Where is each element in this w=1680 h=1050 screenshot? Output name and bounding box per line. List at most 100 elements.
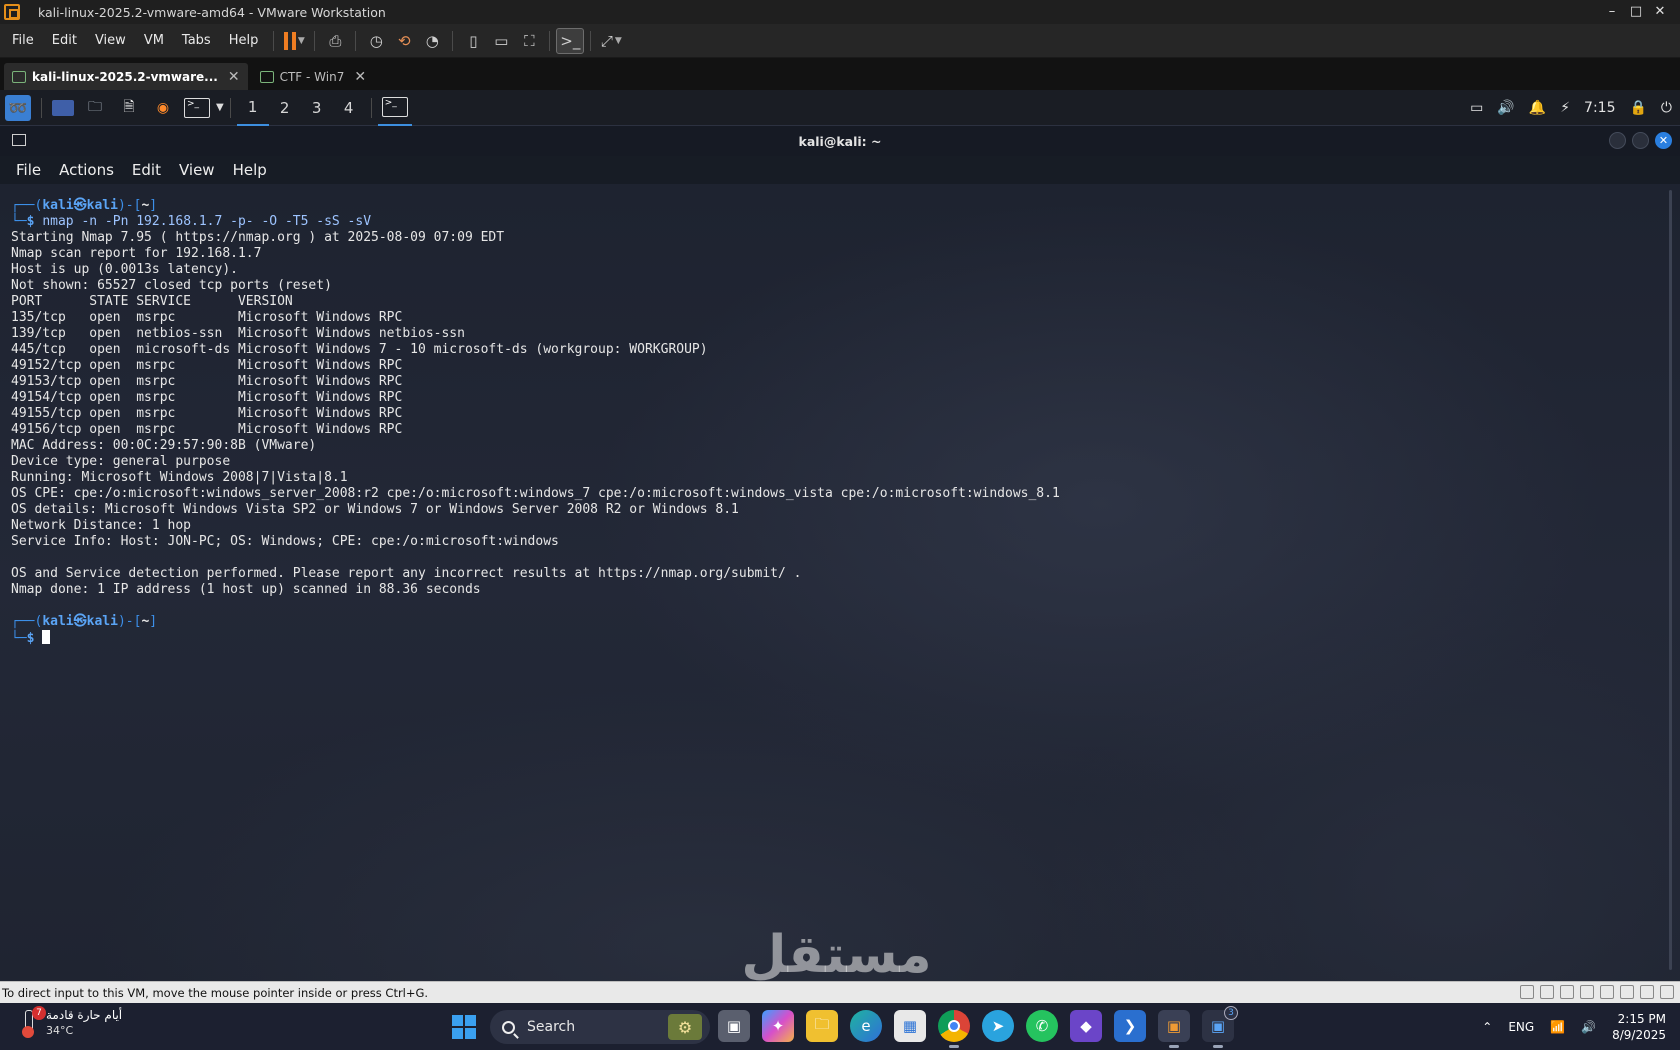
output-line: PORT STATE SERVICE VERSION <box>11 294 293 309</box>
terminal-menu-edit[interactable]: Edit <box>123 161 170 179</box>
file-explorer-icon[interactable]: 🗀 <box>806 1010 838 1042</box>
menu-vm[interactable]: VM <box>135 33 173 48</box>
menu-view[interactable]: View <box>86 33 135 48</box>
menu-help[interactable]: Help <box>220 33 268 48</box>
close-button[interactable]: ✕ <box>1648 0 1672 24</box>
output-line: OS CPE: cpe:/o:microsoft:windows_server_… <box>11 486 1060 501</box>
terminal-taskbar-icon[interactable]: ▣ 3 <box>1202 1006 1238 1048</box>
language-indicator[interactable]: ENG <box>1508 1020 1534 1034</box>
library-view-icon[interactable]: ▯ <box>459 28 487 54</box>
power-manager-icon[interactable]: ⚡ <box>1560 100 1570 116</box>
taskbar-terminal-window[interactable]: >_ <box>377 90 412 126</box>
terminal-icon: >_ <box>381 96 408 117</box>
logout-icon[interactable]: ⏻ <box>1661 100 1672 116</box>
input-line[interactable]: └─$ <box>11 630 51 646</box>
menu-tabs[interactable]: Tabs <box>173 33 220 48</box>
vmware-menu-bar: File Edit View VM Tabs Help ▼ ⎙ ◷ ⟲ ◔ ▯ … <box>0 24 1680 58</box>
terminal-menu-view[interactable]: View <box>170 161 224 179</box>
terminal-menu-actions[interactable]: Actions <box>50 161 123 179</box>
display-device-icon[interactable] <box>1640 985 1654 999</box>
fullscreen-icon[interactable]: ⛶ <box>515 28 543 54</box>
weather-temp: 34°C <box>46 1024 74 1037</box>
tab-label: CTF - Win7 <box>279 69 345 84</box>
output-line: 49152/tcp open msrpc Microsoft Windows R… <box>11 358 403 373</box>
close-tab-icon[interactable]: ✕ <box>228 69 240 85</box>
whatsapp-icon[interactable]: ✆ <box>1026 1010 1058 1042</box>
windows-taskbar: 7 أيام حارة قادمة 34°C Search ⚙ ▣ ✦ 🗀 e … <box>0 1003 1680 1050</box>
usb-device-icon[interactable] <box>1600 985 1614 999</box>
output-line: OS and Service detection performed. Plea… <box>11 566 802 581</box>
telegram-icon[interactable]: ➤ <box>982 1010 1014 1042</box>
panel-clock[interactable]: 7:15 <box>1584 100 1615 116</box>
tab-ctf-win7[interactable]: CTF - Win7 ✕ <box>252 63 374 90</box>
terminal-close-button[interactable]: ✕ <box>1655 132 1672 149</box>
maximize-button[interactable]: □ <box>1624 0 1648 24</box>
suspend-button[interactable]: ▼ <box>280 28 308 54</box>
message-icon[interactable] <box>1660 985 1674 999</box>
workspace-3[interactable]: 3 <box>301 90 333 126</box>
workspace-2[interactable]: 2 <box>269 90 301 126</box>
edge-icon[interactable]: e <box>850 1010 882 1042</box>
volume-icon[interactable]: 🔊 <box>1497 100 1514 116</box>
terminal-text: ┌──(kali㉿kali)-[~] └─$ nmap -n -Pn 192.1… <box>11 198 1060 647</box>
hdd-icon[interactable] <box>1520 985 1534 999</box>
weather-widget[interactable]: 7 أيام حارة قادمة 34°C <box>18 1006 122 1038</box>
nmap-output: Starting Nmap 7.95 ( https://nmap.org ) … <box>11 230 1060 597</box>
firefox-icon[interactable]: ◉ <box>150 96 176 120</box>
obsidian-icon[interactable]: ◆ <box>1070 1010 1102 1042</box>
menu-file[interactable]: File <box>0 33 43 48</box>
revert-snapshot-icon[interactable]: ⟲ <box>390 28 418 54</box>
usb-device-icon[interactable] <box>1620 985 1634 999</box>
start-button[interactable] <box>452 1015 476 1039</box>
chevron-down-icon[interactable]: ▼ <box>216 102 224 113</box>
text-editor-icon[interactable]: 🗎 <box>116 96 142 120</box>
thumbnail-bar-icon[interactable]: ▭ <box>487 28 515 54</box>
terminal-maximize-button[interactable] <box>1632 132 1649 149</box>
close-tab-icon[interactable]: ✕ <box>354 69 366 85</box>
show-desktop-icon[interactable] <box>52 99 74 116</box>
vm-icon <box>12 70 26 83</box>
show-hidden-icons-chevron-up-icon[interactable]: ⌃ <box>1482 1020 1492 1034</box>
copilot-icon[interactable]: ✦ <box>762 1010 794 1042</box>
microsoft-store-icon[interactable]: ▦ <box>894 1010 926 1042</box>
tab-kali-linux[interactable]: kali-linux-2025.2-vmware... ✕ <box>4 63 248 90</box>
task-view-icon[interactable]: ▣ <box>718 1010 750 1042</box>
chrome-icon[interactable] <box>938 1010 970 1048</box>
vmware-taskbar-icon[interactable]: ▣ <box>1158 1010 1190 1048</box>
search-icon <box>502 1020 515 1034</box>
terminal-output-area[interactable]: ┌──(kali㉿kali)-[~] └─$ nmap -n -Pn 192.1… <box>0 184 1680 981</box>
taskbar-search[interactable]: Search ⚙ <box>490 1010 710 1044</box>
output-line: OS details: Microsoft Windows Vista SP2 … <box>11 502 739 517</box>
terminal-launcher-icon[interactable]: >_ <box>184 96 210 120</box>
output-line: 139/tcp open netbios-ssn Microsoft Windo… <box>11 326 465 341</box>
kali-menu-icon[interactable]: ➿ <box>5 94 31 121</box>
file-manager-icon[interactable]: 🗀 <box>82 96 108 120</box>
wifi-icon[interactable]: 📶 <box>1550 1020 1565 1034</box>
workspace-1[interactable]: 1 <box>236 90 269 126</box>
terminal-menu-help[interactable]: Help <box>224 161 276 179</box>
network-adapter-icon[interactable] <box>1540 985 1554 999</box>
console-view-icon[interactable]: >_ <box>556 27 585 54</box>
speaker-icon[interactable]: 🔊 <box>1581 1020 1596 1034</box>
send-ctrl-alt-del-button[interactable]: ⎙ <box>321 28 349 54</box>
system-clock[interactable]: 2:15 PM 8/9/2025 <box>1612 1011 1666 1043</box>
terminal-minimize-button[interactable] <box>1609 132 1626 149</box>
lock-icon[interactable]: 🔒 <box>1629 100 1646 116</box>
workspace-4[interactable]: 4 <box>333 90 365 126</box>
menu-edit[interactable]: Edit <box>43 33 86 48</box>
output-line: 445/tcp open microsoft-ds Microsoft Wind… <box>11 342 708 357</box>
minimize-button[interactable]: – <box>1600 0 1624 24</box>
stretch-guest-icon[interactable]: ⤢ ▼ <box>597 28 625 54</box>
usb-device-icon[interactable] <box>1580 985 1594 999</box>
notification-bell-icon[interactable]: 🔔 <box>1529 100 1546 116</box>
window-title: kali-linux-2025.2-vmware-amd64 - VMware … <box>38 4 386 20</box>
sound-card-icon[interactable] <box>1560 985 1574 999</box>
kali-panel: ➿ 🗀 🗎 ◉ >_ ▼ 1 2 3 4 >_ ▭ 🔊 🔔 ⚡ 7:15 🔒 ⏻ <box>0 90 1680 126</box>
tab-label: kali-linux-2025.2-vmware... <box>32 69 218 84</box>
terminal-scrollbar[interactable] <box>1666 184 1674 974</box>
terminal-menu-file[interactable]: File <box>0 161 50 179</box>
display-icon[interactable]: ▭ <box>1470 100 1483 116</box>
vscode-icon[interactable]: ❯ <box>1114 1010 1146 1042</box>
snapshot-manager-icon[interactable]: ◔ <box>418 28 446 54</box>
snapshot-icon[interactable]: ◷ <box>362 28 390 54</box>
